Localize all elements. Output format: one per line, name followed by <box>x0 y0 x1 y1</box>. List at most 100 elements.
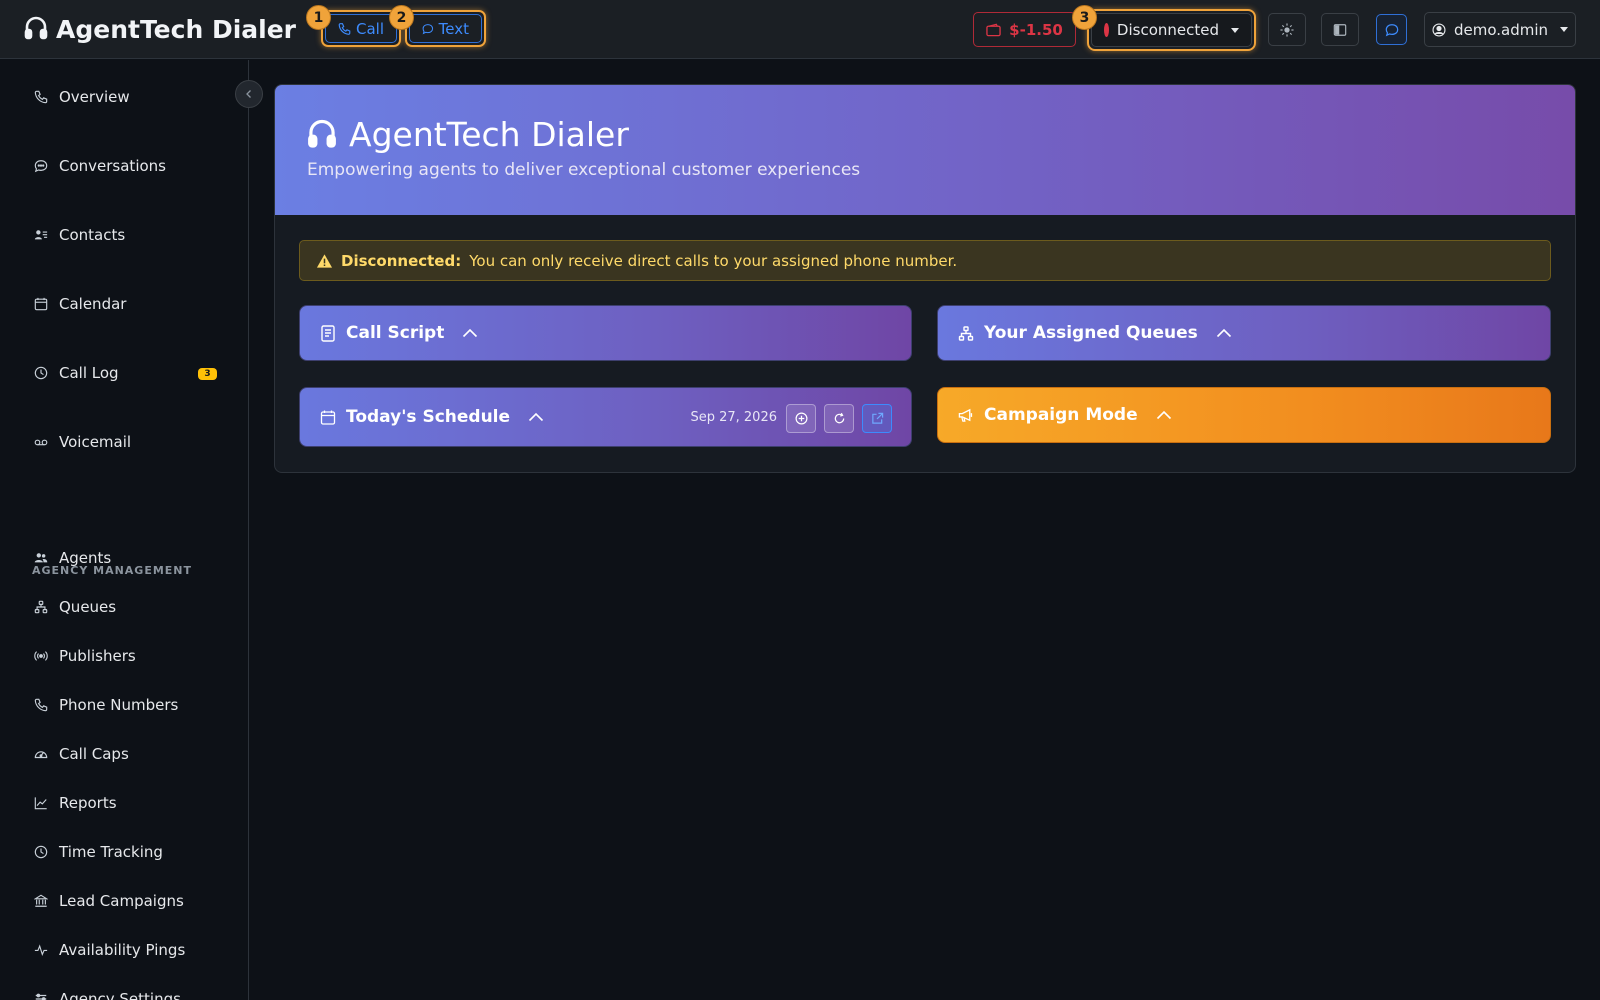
diagram-icon <box>958 325 974 341</box>
headset-icon <box>24 16 48 40</box>
call-log-count-badge: 3 <box>198 368 217 380</box>
todays-schedule-title: Today's Schedule <box>346 407 511 427</box>
sidebar-item-availability-pings[interactable]: Availability Pings <box>34 938 185 962</box>
wallet-icon <box>986 23 1001 36</box>
sidebar-item-time-tracking[interactable]: Time Tracking <box>34 840 163 864</box>
speedometer-icon <box>34 751 48 759</box>
warning-icon <box>316 253 333 268</box>
text-button[interactable]: Text <box>409 14 482 43</box>
refresh-schedule-button[interactable] <box>824 404 854 433</box>
sidebar-item-label: Lead Campaigns <box>59 892 184 910</box>
alert-title: Disconnected: <box>341 251 462 270</box>
open-calendar-button[interactable] <box>862 404 892 433</box>
hero-title-text: AgentTech Dialer <box>349 115 629 154</box>
sidebar-item-label: Voicemail <box>59 433 132 451</box>
call-script-panel[interactable]: Call Script <box>299 305 912 361</box>
sidebar-item-label: Time Tracking <box>59 843 163 861</box>
step-badge-1: 1 <box>306 5 331 30</box>
theme-toggle-button[interactable] <box>1268 13 1306 46</box>
call-button[interactable]: Call <box>325 14 397 43</box>
headset-icon <box>308 119 336 148</box>
people-icon <box>34 553 48 563</box>
document-icon <box>321 324 335 342</box>
chat-icon <box>34 160 48 173</box>
sidebar-item-calendar[interactable]: Calendar <box>34 292 126 316</box>
sidebar-item-reports[interactable]: Reports <box>34 791 117 815</box>
assigned-queues-panel[interactable]: Your Assigned Queues <box>937 305 1551 361</box>
chevron-up-icon[interactable] <box>1216 328 1232 338</box>
step-badge-3: 3 <box>1072 5 1097 30</box>
phone-icon <box>338 22 351 35</box>
campaign-mode-panel[interactable]: Campaign Mode <box>937 387 1551 443</box>
hero-title: AgentTech Dialer <box>307 115 629 154</box>
sidebar-item-label: Call Caps <box>59 745 129 763</box>
sidebar-item-label: Agency Settings <box>59 990 181 1000</box>
sidebar-item-call-caps[interactable]: Call Caps <box>34 742 129 766</box>
sidebar-layout-icon <box>1333 23 1347 36</box>
phone-icon <box>34 90 48 104</box>
sidebar-item-label: Publishers <box>59 647 136 665</box>
calendar-icon <box>34 297 48 311</box>
alert-message: You can only receive direct calls to you… <box>469 251 958 270</box>
assigned-queues-title: Your Assigned Queues <box>984 323 1198 343</box>
sidebar-item-overview[interactable]: Overview <box>34 85 130 109</box>
caret-down-icon <box>1231 27 1239 33</box>
balance-button[interactable]: $-1.50 <box>973 12 1076 47</box>
sidebar-item-agents[interactable]: Agents <box>34 546 111 570</box>
chat-icon <box>1385 23 1398 36</box>
chevron-left-icon <box>246 90 251 98</box>
todays-schedule-panel[interactable]: Today's Schedule Sep 27, 2026 <box>299 387 912 447</box>
sidebar-item-agency-settings[interactable]: Agency Settings <box>34 987 181 1000</box>
sidebar-collapse-button[interactable] <box>235 80 263 108</box>
pulse-icon <box>34 944 48 956</box>
external-link-icon <box>871 412 883 424</box>
hero-banner: AgentTech Dialer Empowering agents to de… <box>275 85 1575 215</box>
chevron-up-icon[interactable] <box>528 412 544 422</box>
messages-toggle-button[interactable] <box>1376 14 1407 45</box>
chat-icon <box>422 23 434 34</box>
sidebar-item-conversations[interactable]: Conversations <box>34 154 166 178</box>
sidebar-item-publishers[interactable]: Publishers <box>34 644 136 668</box>
campaign-mode-title: Campaign Mode <box>984 405 1138 425</box>
sidebar-item-label: Phone Numbers <box>59 696 179 714</box>
call-script-title: Call Script <box>346 323 445 343</box>
sun-icon <box>1280 22 1294 37</box>
layout-toggle-button[interactable] <box>1321 13 1359 46</box>
sidebar-item-lead-campaigns[interactable]: Lead Campaigns <box>34 889 184 913</box>
chevron-up-icon[interactable] <box>462 328 478 338</box>
status-dropdown-highlight: Disconnected <box>1087 9 1256 51</box>
sidebar-item-call-log[interactable]: Call Log <box>34 361 119 385</box>
broadcast-icon <box>34 651 48 661</box>
hero-subtitle: Empowering agents to deliver exceptional… <box>307 160 861 180</box>
refresh-icon <box>834 412 844 424</box>
chevron-up-icon[interactable] <box>1156 410 1172 420</box>
sidebar-item-contacts[interactable]: Contacts <box>34 223 125 247</box>
clock-icon <box>34 366 48 380</box>
plus-circle-icon <box>795 412 807 425</box>
sidebar-item-phone-numbers[interactable]: Phone Numbers <box>34 693 178 717</box>
sidebar-item-label: Overview <box>59 88 130 106</box>
sidebar-item-voicemail[interactable]: Voicemail <box>34 430 131 454</box>
sidebar-item-label: Calendar <box>59 295 127 313</box>
text-button-label: Text <box>438 19 469 38</box>
dashboard-card: AgentTech Dialer Empowering agents to de… <box>274 84 1576 473</box>
text-button-highlight: Text <box>405 10 486 47</box>
user-circle-icon <box>1432 22 1446 37</box>
sidebar-item-label: Queues <box>59 598 117 616</box>
contacts-icon <box>34 230 48 240</box>
user-name: demo.admin <box>1453 20 1549 39</box>
sidebar-item-label: Contacts <box>59 226 126 244</box>
megaphone-icon <box>958 408 973 422</box>
sliders-icon <box>35 993 47 1000</box>
user-menu-button[interactable]: demo.admin <box>1424 12 1576 47</box>
sidebar-item-label: Agents <box>59 549 112 567</box>
top-navbar: AgentTech Dialer Call 1 Text 2 $-1.50 Di… <box>0 0 1600 59</box>
add-event-button[interactable] <box>786 404 816 433</box>
schedule-date: Sep 27, 2026 <box>690 409 777 425</box>
status-dropdown[interactable]: Disconnected <box>1091 13 1252 47</box>
clock-icon <box>34 845 48 859</box>
sidebar-item-queues[interactable]: Queues <box>34 595 116 619</box>
voicemail-icon <box>34 439 48 446</box>
app-brand[interactable]: AgentTech Dialer <box>24 12 296 46</box>
calendar-icon <box>320 410 336 425</box>
